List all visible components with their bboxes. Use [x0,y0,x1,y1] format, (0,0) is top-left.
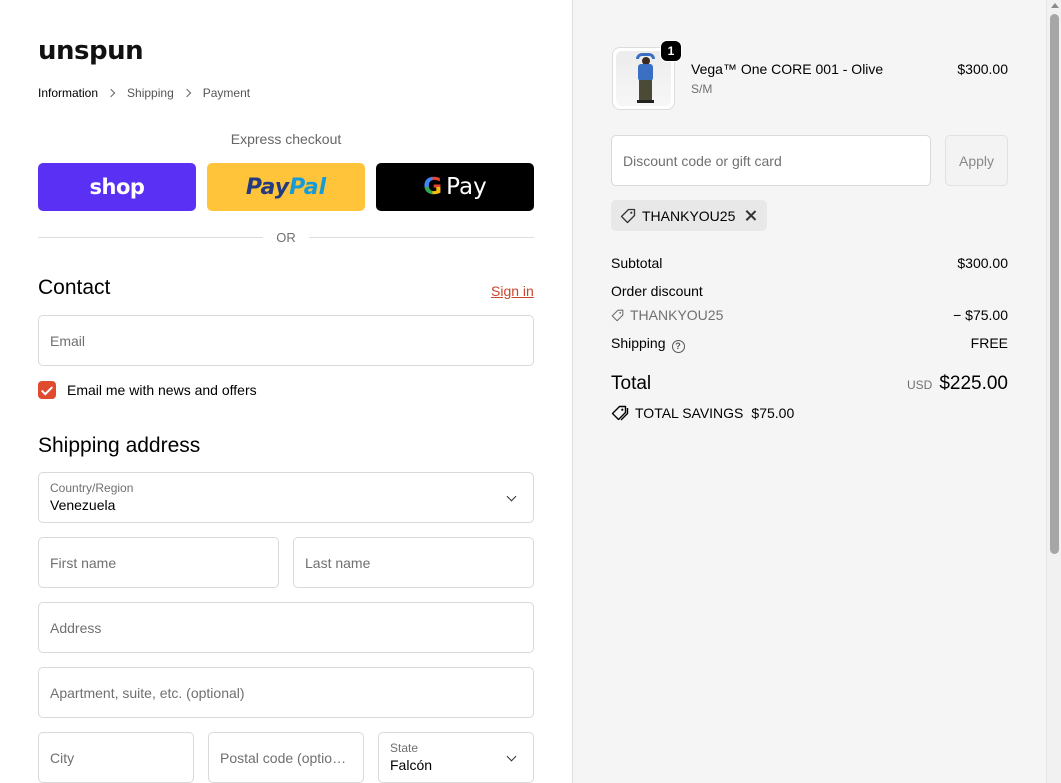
address-field[interactable]: Address [38,602,534,653]
order-discount-value: − $75.00 [953,307,1008,323]
apartment-placeholder: Apartment, suite, etc. (optional) [50,684,245,701]
city-placeholder: City [50,749,75,766]
product-name: Vega™ One CORE 001 - Olive [691,61,884,77]
postal-code-field[interactable]: Postal code (optional) [208,732,364,783]
country-value: Venezuela [50,497,116,513]
chevron-down-icon [506,491,517,502]
contact-title: Contact [38,276,111,299]
paypal-logo-pal: Pal [289,174,327,200]
applied-discount-code: THANKYOU25 [642,207,736,224]
checkout-form-panel: unspun Information Shipping Payment Expr… [0,0,572,783]
email-placeholder: Email [50,332,86,349]
discount-code-placeholder: Discount code or gift card [623,152,782,169]
total-amount: $225.00 [939,373,1008,394]
breadcrumb-information[interactable]: Information [38,86,98,100]
shop-pay-logo: shop [89,175,145,199]
sign-in-link[interactable]: Sign in [491,283,534,299]
close-icon[interactable] [745,210,756,221]
shipping-label-text: Shipping [611,335,666,351]
product-thumbnail: 1 [612,40,682,110]
order-discount-label: Order discount [611,283,703,299]
state-label: State [390,741,419,755]
breadcrumb-payment: Payment [202,86,251,100]
chevron-right-icon [106,88,116,98]
divider-line [308,237,534,238]
total-savings: TOTAL SAVINGS $75.00 [611,405,794,421]
quantity-badge: 1 [660,40,682,62]
brand-logo[interactable]: unspun [38,36,144,66]
breadcrumb: Information Shipping Payment [38,86,250,100]
help-icon[interactable]: ? [671,340,685,353]
newsletter-option[interactable]: Email me with news and offers [38,381,257,399]
last-name-field[interactable]: Last name [293,537,534,588]
address-placeholder: Address [50,619,102,636]
tag-icon [611,309,624,321]
total-currency: USD [906,378,933,392]
shipping-label: Shipping? [611,335,685,353]
figure-torso [638,64,653,81]
total-label: Total [611,373,652,394]
subtotal-value: $300.00 [957,255,1008,271]
state-select[interactable]: State Falcón [378,732,534,783]
chevron-right-icon [182,88,191,98]
shipping-address-title: Shipping address [38,434,201,457]
country-select[interactable]: Country/Region Venezuela [38,472,534,523]
newsletter-checkbox[interactable] [38,381,56,399]
order-discount-code: THANKYOU25 [611,307,723,323]
tag-icon [620,208,636,223]
chevron-down-icon [506,751,517,762]
order-discount-code-text: THANKYOU25 [630,307,724,323]
savings-tag-icon [611,405,629,421]
first-name-placeholder: First name [50,554,117,571]
email-field[interactable]: Email [38,315,534,366]
scroll-up-arrow-icon[interactable] [1051,3,1059,8]
total-savings-amount: $75.00 [751,405,795,421]
product-variant: S/M [691,82,713,96]
google-pay-label: Pay [446,174,487,200]
city-field[interactable]: City [38,732,194,783]
google-pay-button[interactable]: G Pay [376,163,534,211]
discount-code-field[interactable]: Discount code or gift card [611,135,931,186]
or-divider: OR [38,230,534,245]
newsletter-label: Email me with news and offers [67,382,257,398]
scrollbar[interactable] [1046,0,1061,783]
state-value: Falcón [390,757,433,773]
scrollbar-thumb[interactable] [1050,14,1059,554]
divider-line [38,237,264,238]
or-label: OR [276,230,296,245]
figure-legs [639,80,652,101]
applied-discount-chip: THANKYOU25 [611,200,768,231]
first-name-field[interactable]: First name [38,537,279,588]
postal-code-placeholder: Postal code (optional) [220,749,352,766]
apply-discount-button[interactable]: Apply [945,135,1008,186]
total-value: USD $225.00 [907,373,1008,395]
product-price: $300.00 [957,61,1008,77]
figure-feet [637,100,654,103]
subtotal-label: Subtotal [611,255,663,271]
shipping-value: FREE [970,335,1008,351]
google-g-icon: G [423,174,443,200]
apartment-field[interactable]: Apartment, suite, etc. (optional) [38,667,534,718]
total-savings-label: TOTAL SAVINGS [635,405,744,421]
country-label: Country/Region [50,481,134,495]
last-name-placeholder: Last name [305,554,371,571]
paypal-button[interactable]: Pay Pal [207,163,365,211]
breadcrumb-shipping: Shipping [127,86,174,100]
paypal-logo-pay: Pay [245,174,290,200]
shop-pay-button[interactable]: shop [38,163,196,211]
express-checkout-title: Express checkout [230,131,342,147]
